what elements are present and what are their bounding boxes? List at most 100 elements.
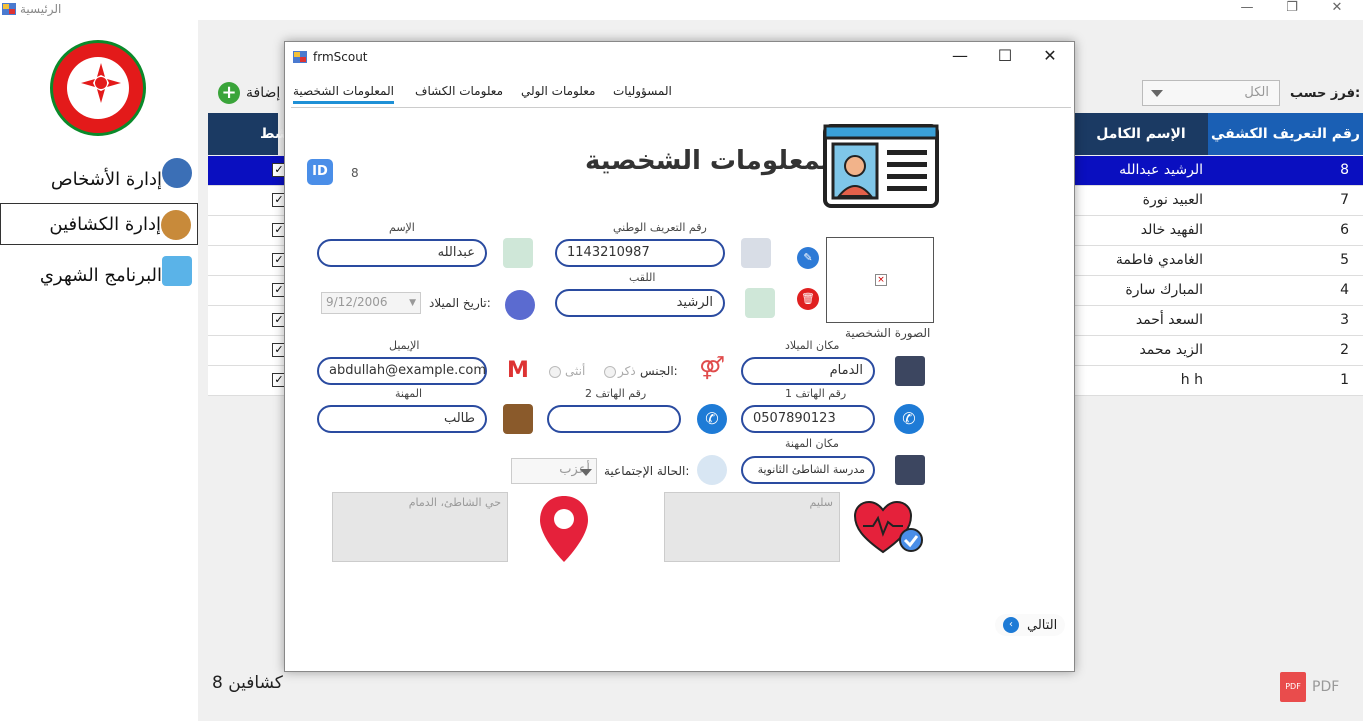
rings-icon [697, 455, 727, 485]
job-label: المهنة [395, 387, 423, 400]
gender-male-radio[interactable] [604, 366, 616, 378]
phone2-field[interactable] [547, 405, 681, 433]
birth-place-label: مكان الميلاد [785, 339, 840, 352]
sort-value: الكل [1244, 85, 1269, 100]
app-icon [2, 3, 16, 15]
row-id: 4 [1340, 282, 1349, 298]
badge-icon [503, 238, 533, 268]
health-heart-icon [853, 500, 923, 554]
tab-scout-info[interactable]: معلومات الكشاف [415, 84, 503, 98]
sidebar-item-label: إدارة الكشافين [49, 213, 161, 235]
row-name: العبيد نورة [1142, 192, 1203, 208]
plus-icon: + [218, 82, 240, 104]
birth-place-field[interactable]: الدمام [741, 357, 875, 385]
sidebar: إدارة الأشخاص إدارة الكشافين البرنامج ال… [0, 20, 198, 721]
dialog-maximize-button[interactable]: ☐ [985, 46, 1025, 65]
broken-image-icon: × [875, 274, 887, 286]
sort-label: فرز حسب: [1290, 86, 1361, 101]
national-id-field[interactable]: 1143210987 [555, 239, 725, 267]
national-id-label: رقم التعريف الوطني [613, 221, 707, 234]
job-place-label: مكان المهنة [785, 437, 839, 450]
row-id: 3 [1340, 312, 1349, 328]
edit-photo-icon[interactable]: ✎ [797, 247, 819, 269]
people-admin-icon [162, 158, 192, 188]
sidebar-item-people[interactable]: إدارة الأشخاص [0, 158, 198, 200]
minimize-button[interactable]: — [1232, 0, 1262, 15]
next-label: التالي [1027, 617, 1058, 633]
briefcase-icon [503, 404, 533, 434]
building-location-icon [895, 455, 925, 485]
row-name: السعد أحمد [1135, 312, 1203, 328]
flower-emblem-icon [81, 63, 121, 103]
row-id: 1 [1340, 372, 1349, 388]
email-label: الإيميل [389, 339, 420, 352]
close-button[interactable]: ✕ [1322, 0, 1352, 15]
sort-select[interactable]: الكل [1142, 80, 1280, 106]
photo-label: الصورة الشخصية [845, 326, 931, 340]
sidebar-item-monthly-program[interactable]: البرنامج الشهري [0, 254, 198, 296]
dialog-close-button[interactable]: ✕ [1030, 46, 1070, 65]
building-location-icon [895, 356, 925, 386]
marital-status-label: الحالة الإجتماعية: [604, 464, 690, 478]
dialog-title: frmScout [313, 50, 368, 64]
chevron-left-icon: ‹ [1003, 617, 1019, 633]
birth-date-label: تاريخ الميلاد: [429, 296, 491, 310]
tab-responsibilities[interactable]: المسؤوليات [613, 84, 672, 98]
column-header-active[interactable]: نشط [208, 113, 295, 155]
chevron-down-icon [580, 469, 592, 476]
photo-box[interactable]: × [826, 237, 934, 323]
job-field[interactable]: طالب [317, 405, 487, 433]
scouts-icon [161, 210, 191, 240]
column-header-id[interactable]: رقم التعريف الكشفي [1208, 113, 1363, 155]
tab-personal-info[interactable]: المعلومات الشخصية [293, 84, 394, 104]
surname-field[interactable]: الرشيد [555, 289, 725, 317]
row-id: 7 [1340, 192, 1349, 208]
sidebar-item-label: البرنامج الشهري [39, 264, 162, 286]
address-textarea[interactable]: حي الشاطئ، الدمام [332, 492, 508, 562]
maximize-button[interactable]: ❐ [1277, 0, 1307, 15]
gender-label: الجنس: [640, 364, 678, 378]
surname-label: اللقب [629, 271, 656, 284]
row-name: الرشيد عبدالله [1119, 162, 1203, 178]
pdf-icon: PDF [1280, 672, 1306, 702]
birth-date-picker[interactable]: 9/12/2006 ▼ [321, 292, 421, 314]
chevron-down-icon [1151, 90, 1163, 97]
job-place-field[interactable]: مدرسة الشاطئ الثانوية [741, 456, 875, 484]
phone2-label: رقم الهاتف 2 [585, 387, 647, 400]
delete-photo-icon[interactable]: 🗑 [797, 288, 819, 310]
add-label: إضافة [246, 85, 281, 101]
pdf-label: PDF [1312, 679, 1340, 695]
tab-guardian-info[interactable]: معلومات الولي [521, 84, 595, 98]
next-button[interactable]: ‹ التالي [995, 614, 1066, 636]
phone-icon: ✆ [894, 404, 924, 434]
gender-icon: ⚤ [697, 354, 727, 384]
first-name-label: الإسم [389, 221, 415, 234]
row-name: المبارك سارة [1125, 282, 1203, 298]
add-button[interactable]: + إضافة [218, 82, 280, 104]
row-name: الغامدي فاطمة [1115, 252, 1203, 268]
phone1-field[interactable]: 0507890123 [741, 405, 875, 433]
calendar-clock-icon [162, 256, 192, 286]
page-title: المعلومات الشخصية [585, 146, 840, 176]
id-badge-icon: ID [307, 159, 333, 185]
gender-female-label: أنثى [565, 364, 586, 378]
gender-male-label: ذكر [618, 364, 636, 378]
id-value: 8 [351, 166, 359, 180]
row-name: الفهيد خالد [1140, 222, 1203, 238]
tab-strip: المسؤوليات معلومات الولي معلومات الكشاف … [291, 82, 1071, 108]
email-field[interactable]: abdullah@example.com [317, 357, 487, 385]
scout-dialog: frmScout — ☐ ✕ المسؤوليات معلومات الولي … [284, 41, 1075, 672]
health-textarea[interactable]: سليم [664, 492, 840, 562]
marital-status-select[interactable]: أعزب [511, 458, 597, 484]
dialog-minimize-button[interactable]: — [940, 46, 980, 65]
pdf-export-button[interactable]: PDF PDF [1280, 672, 1339, 702]
id-card-icon [823, 124, 939, 208]
scouts-logo [50, 40, 146, 136]
column-header-name[interactable]: الإسم الكامل [1074, 113, 1208, 155]
gender-female-radio[interactable] [549, 366, 561, 378]
first-name-field[interactable]: عبدالله [317, 239, 487, 267]
sidebar-item-scouts[interactable]: إدارة الكشافين [0, 203, 198, 245]
row-id: 6 [1340, 222, 1349, 238]
form-icon [293, 51, 307, 63]
row-id: 2 [1340, 342, 1349, 358]
